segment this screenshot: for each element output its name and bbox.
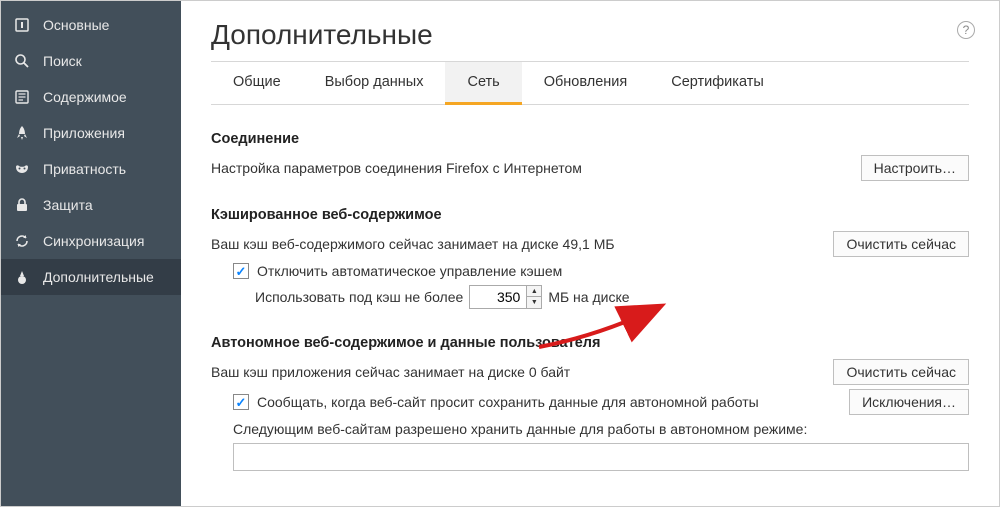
section-offline: Автономное веб-содержимое и данные польз…	[211, 335, 969, 471]
lock-icon	[13, 196, 31, 214]
offline-sites-list[interactable]	[233, 443, 969, 471]
tab-network[interactable]: Сеть	[445, 62, 521, 105]
sidebar-item-privacy[interactable]: Приватность	[1, 151, 181, 187]
section-connection: Соединение Настройка параметров соединен…	[211, 131, 969, 181]
sidebar-item-security[interactable]: Защита	[1, 187, 181, 223]
sidebar-item-label: Синхронизация	[43, 233, 144, 249]
search-icon	[13, 52, 31, 70]
tabs: Общие Выбор данных Сеть Обновления Серти…	[211, 62, 969, 105]
sidebar-item-sync[interactable]: Синхронизация	[1, 223, 181, 259]
sync-icon	[13, 232, 31, 250]
sidebar-item-label: Приложения	[43, 125, 125, 141]
general-icon	[13, 16, 31, 34]
connection-desc: Настройка параметров соединения Firefox …	[211, 160, 861, 176]
tab-general[interactable]: Общие	[211, 62, 303, 104]
cache-limit-spinner: ▲ ▼	[469, 285, 542, 309]
offline-clear-button[interactable]: Очистить сейчас	[833, 359, 969, 385]
cache-heading: Кэшированное веб-содержимое	[211, 207, 969, 223]
spinner-up-icon[interactable]: ▲	[527, 286, 541, 297]
sidebar-item-label: Защита	[43, 197, 93, 213]
cache-override-label: Отключить автоматическое управление кэше…	[257, 263, 562, 279]
cache-override-checkbox[interactable]	[233, 263, 249, 279]
tab-updates[interactable]: Обновления	[522, 62, 650, 104]
connection-settings-button[interactable]: Настроить…	[861, 155, 969, 181]
cache-clear-button[interactable]: Очистить сейчас	[833, 231, 969, 257]
cache-limit-input[interactable]	[470, 286, 526, 308]
sidebar-item-label: Приватность	[43, 161, 126, 177]
sidebar-item-advanced[interactable]: Дополнительные	[1, 259, 181, 295]
section-cache: Кэшированное веб-содержимое Ваш кэш веб-…	[211, 207, 969, 309]
sidebar-item-label: Основные	[43, 17, 109, 33]
tab-data-choices[interactable]: Выбор данных	[303, 62, 446, 104]
offline-list-label: Следующим веб-сайтам разрешено хранить д…	[233, 421, 969, 437]
sidebar-item-label: Содержимое	[43, 89, 127, 105]
mask-icon	[13, 160, 31, 178]
help-icon[interactable]: ?	[957, 21, 975, 39]
sidebar-item-label: Дополнительные	[43, 269, 154, 285]
advanced-icon	[13, 268, 31, 286]
sidebar-item-label: Поиск	[43, 53, 82, 69]
offline-usage-text: Ваш кэш приложения сейчас занимает на ди…	[211, 364, 833, 380]
tab-certificates[interactable]: Сертификаты	[649, 62, 786, 104]
offline-heading: Автономное веб-содержимое и данные польз…	[211, 335, 969, 351]
sidebar: Основные Поиск Содержимое Приложения При…	[1, 1, 181, 506]
spinner-down-icon[interactable]: ▼	[527, 297, 541, 308]
cache-limit-suffix: МБ на диске	[548, 289, 629, 305]
sidebar-item-applications[interactable]: Приложения	[1, 115, 181, 151]
sidebar-item-search[interactable]: Поиск	[1, 43, 181, 79]
rocket-icon	[13, 124, 31, 142]
connection-heading: Соединение	[211, 131, 969, 147]
sidebar-item-content[interactable]: Содержимое	[1, 79, 181, 115]
offline-notify-checkbox[interactable]	[233, 394, 249, 410]
offline-exceptions-button[interactable]: Исключения…	[849, 389, 969, 415]
sidebar-item-general[interactable]: Основные	[1, 7, 181, 43]
offline-notify-label: Сообщать, когда веб-сайт просит сохранит…	[257, 394, 759, 410]
main-panel: ? Дополнительные Общие Выбор данных Сеть…	[181, 1, 999, 506]
page-title: Дополнительные	[211, 19, 969, 51]
cache-limit-prefix: Использовать под кэш не более	[255, 289, 463, 305]
cache-usage-text: Ваш кэш веб-содержимого сейчас занимает …	[211, 236, 833, 252]
content-icon	[13, 88, 31, 106]
